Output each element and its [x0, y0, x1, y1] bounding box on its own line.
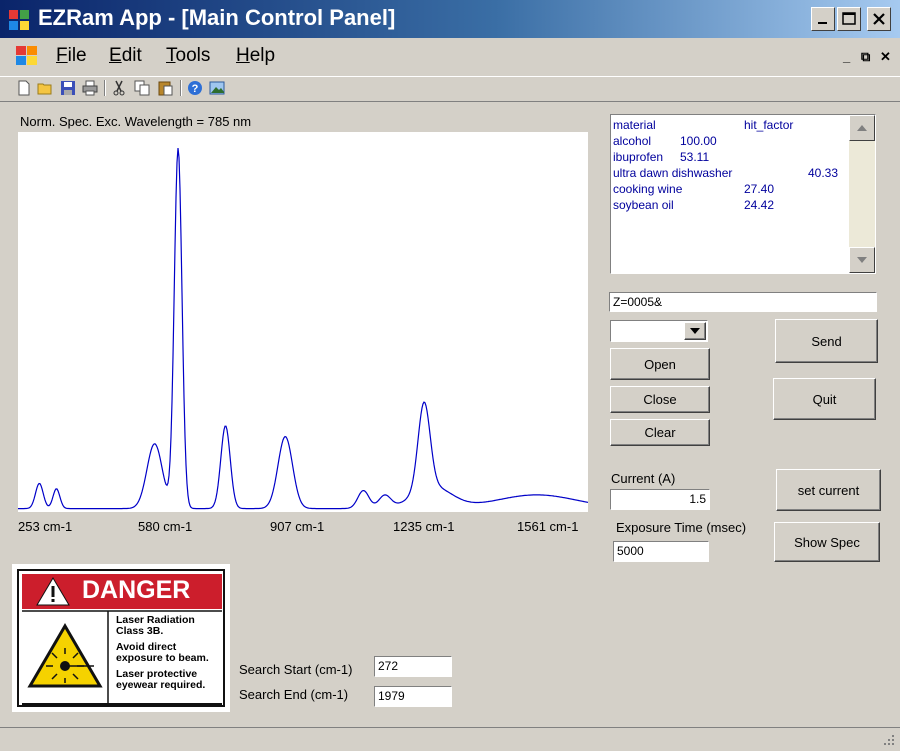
search-start-label: Search Start (cm-1): [239, 662, 353, 677]
spectrum-line: [18, 148, 588, 510]
show-spec-button[interactable]: Show Spec: [774, 522, 880, 562]
print-icon[interactable]: [82, 80, 98, 96]
menu-tools[interactable]: Tools: [166, 45, 210, 67]
mdi-minimize-button[interactable]: _: [843, 49, 850, 64]
image-icon[interactable]: [209, 80, 225, 96]
close-icon: [873, 13, 885, 25]
close-port-button[interactable]: Close: [610, 386, 710, 413]
save-icon[interactable]: [60, 80, 76, 96]
material-name: ibuprofen: [613, 150, 664, 164]
arrow-down-icon: [857, 257, 867, 263]
hit-factor-value: 53.11: [680, 150, 710, 164]
svg-text:?: ?: [192, 83, 199, 95]
app-icon: [9, 10, 29, 30]
danger-line: Class 3B.: [116, 625, 164, 637]
toolbar-separator: [104, 80, 106, 96]
current-label: Current (A): [611, 471, 676, 486]
exposure-label: Exposure Time (msec): [616, 520, 747, 535]
menu-file[interactable]: File: [56, 45, 87, 67]
hit-factor-value: 27.40: [744, 182, 775, 196]
danger-text: Laser Radiation Class 3B. Avoid direct e…: [116, 615, 209, 691]
menu-edit[interactable]: Edit: [109, 45, 142, 67]
new-file-icon[interactable]: [16, 80, 32, 96]
maximize-button[interactable]: [837, 7, 861, 31]
open-button[interactable]: Open: [610, 348, 710, 380]
search-start-input[interactable]: 272: [374, 656, 452, 677]
x-tick-label: 907 cm-1: [270, 519, 325, 534]
scroll-up-button[interactable]: [849, 115, 875, 141]
mdi-child-icon: [16, 46, 37, 65]
set-current-button[interactable]: set current: [776, 469, 881, 511]
cut-icon[interactable]: [111, 80, 127, 96]
danger-line: eyewear required.: [116, 679, 206, 691]
danger-line: exposure to beam.: [116, 652, 209, 664]
danger-header: DANGER: [82, 576, 191, 604]
command-input[interactable]: Z=0005&: [609, 292, 877, 312]
material-name: cooking wine: [613, 182, 683, 196]
x-tick-label: 580 cm-1: [138, 519, 193, 534]
x-tick-label: 1235 cm-1: [393, 519, 455, 534]
mdi-restore-button[interactable]: ⧉: [861, 49, 870, 65]
window-title: EZRam App - [Main Control Panel]: [38, 5, 396, 30]
hit-factor-value: 100.00: [680, 134, 717, 148]
maximize-icon: [842, 12, 856, 25]
port-dropdown[interactable]: [610, 320, 708, 342]
material-name: alcohol: [613, 134, 652, 148]
material-name: ultra dawn dishwasher: [613, 166, 733, 180]
list-scrollbar[interactable]: [849, 115, 875, 273]
copy-icon[interactable]: [134, 80, 150, 96]
help-icon[interactable]: ?: [187, 80, 203, 96]
dropdown-arrow-button[interactable]: [684, 322, 706, 340]
clear-button[interactable]: Clear: [610, 419, 710, 446]
minimize-icon: [818, 22, 827, 24]
search-end-label: Search End (cm-1): [239, 687, 349, 702]
laser-danger-sign: DANGER Laser Radiation Class 3B. Avoid d…: [12, 564, 230, 712]
hit-factor-value: 40.33: [808, 166, 839, 180]
status-bar: [0, 727, 900, 751]
quit-button[interactable]: Quit: [773, 378, 876, 420]
hit-factor-value: 24.42: [744, 198, 775, 212]
arrow-up-icon: [857, 125, 867, 131]
chart-title: Norm. Spec. Exc. Wavelength = 785 nm: [20, 114, 252, 129]
exposure-input[interactable]: 5000: [613, 541, 709, 562]
hit-factor-header: hit_factor: [744, 118, 794, 132]
mdi-close-button[interactable]: ✕: [880, 49, 891, 65]
chevron-down-icon: [690, 328, 700, 334]
scroll-down-button[interactable]: [849, 247, 875, 273]
paste-icon[interactable]: [157, 80, 173, 96]
material-header: material: [613, 118, 656, 132]
close-window-button[interactable]: [867, 7, 891, 31]
search-end-input[interactable]: 1979: [374, 686, 452, 707]
current-input[interactable]: 1.5: [610, 489, 710, 510]
menu-help[interactable]: Help: [236, 45, 275, 67]
results-listbox[interactable]: material hit_factor alcohol 100.00 ibupr…: [610, 114, 876, 274]
x-tick-label: 253 cm-1: [18, 519, 73, 534]
resize-grip-icon[interactable]: [880, 731, 896, 747]
toolbar-separator: [180, 80, 182, 96]
open-folder-icon[interactable]: [37, 80, 53, 96]
minimize-button[interactable]: [811, 7, 835, 31]
send-button[interactable]: Send: [775, 319, 878, 363]
spectrum-chart: [18, 132, 588, 512]
material-name: soybean oil: [613, 198, 674, 212]
x-tick-label: 1561 cm-1: [517, 519, 579, 534]
